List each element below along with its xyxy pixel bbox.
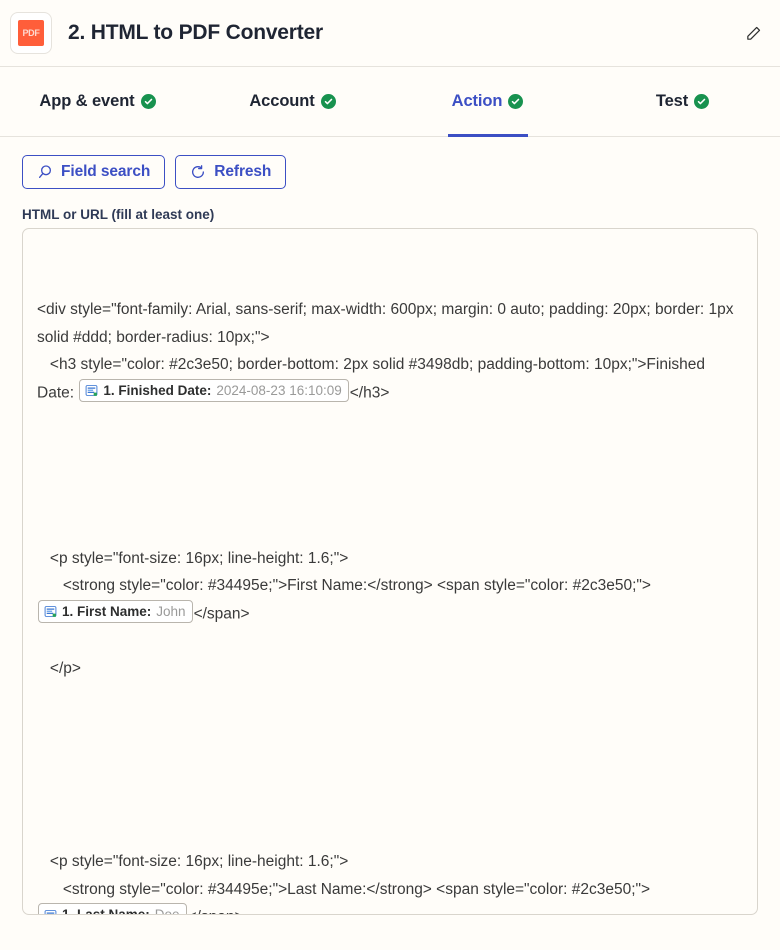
form-field-icon: [44, 606, 57, 617]
tab-label: Action: [451, 92, 503, 110]
check-circle-icon: [508, 94, 524, 109]
form-field-icon: [44, 909, 57, 914]
html-or-url-input[interactable]: <div style="font-family: Arial, sans-ser…: [22, 228, 758, 915]
tab-account[interactable]: Account: [195, 67, 390, 136]
tab-action[interactable]: Action: [390, 67, 585, 136]
check-circle-icon: [694, 94, 710, 109]
step-tabs: App & event Account Action Test: [0, 67, 780, 137]
token-value: Doe: [154, 907, 180, 915]
refresh-button[interactable]: Refresh: [175, 155, 287, 189]
search-icon: [39, 165, 51, 178]
refresh-label: Refresh: [214, 163, 272, 180]
field-token-first-name[interactable]: 1. First Name: John: [38, 599, 193, 624]
refresh-icon: [192, 165, 205, 178]
token-label: 1. Last Name:: [62, 907, 150, 915]
field-toolbar: Field search Refresh: [0, 137, 780, 189]
check-circle-icon: [320, 94, 336, 109]
code-line: <div style="font-family: Arial, sans-ser…: [37, 301, 738, 346]
code-line: <p style="font-size: 16px; line-height: …: [37, 853, 349, 871]
check-circle-icon: [140, 94, 156, 109]
tab-label: App & event: [39, 92, 135, 110]
tab-label: Account: [249, 92, 315, 110]
app-icon-container: PDF: [10, 12, 52, 54]
tab-label: Test: [655, 92, 689, 110]
form-field-icon: [86, 385, 98, 397]
html-or-url-label: HTML or URL (fill at least one): [22, 207, 215, 222]
field-search-label: Field search: [61, 163, 151, 180]
code-text: </span>: [193, 605, 250, 623]
code-text: </h3>: [349, 384, 390, 402]
pencil-icon: [746, 26, 760, 40]
tab-test[interactable]: Test: [585, 67, 780, 136]
field-search-button[interactable]: Field search: [22, 155, 166, 189]
edit-title-button[interactable]: [740, 20, 766, 46]
field-token-finished-date[interactable]: 1. Finished Date: 2024-08-23 16:10:09: [79, 378, 349, 403]
tab-app-and-event[interactable]: App & event: [0, 67, 195, 136]
field-token-last-name[interactable]: 1. Last Name: Doe: [38, 903, 187, 915]
pdf-icon: PDF: [18, 20, 44, 46]
step-header: PDF 2. HTML to PDF Converter: [0, 0, 780, 67]
code-text: <strong style="color: #34495e;">Last Nam…: [37, 880, 651, 898]
token-label: 1. First Name:: [62, 603, 152, 619]
code-text: </span>: [188, 909, 244, 914]
token-value: 2024-08-23 16:10:09: [216, 382, 342, 398]
code-line: </p>: [37, 660, 81, 678]
code-text: <strong style="color: #34495e;">First Na…: [37, 577, 651, 595]
code-line: <p style="font-size: 16px; line-height: …: [37, 549, 349, 567]
page-title: 2. HTML to PDF Converter: [68, 21, 324, 44]
token-value: John: [156, 603, 186, 619]
token-label: 1. Finished Date:: [103, 382, 212, 398]
